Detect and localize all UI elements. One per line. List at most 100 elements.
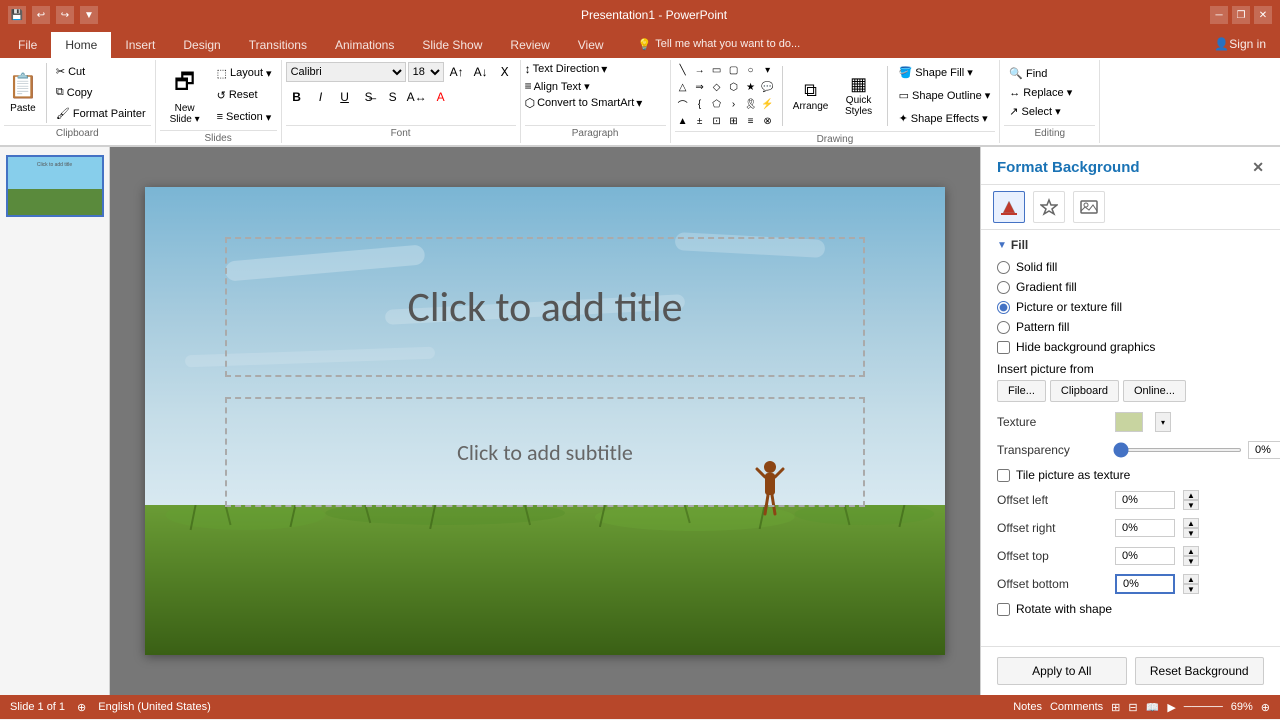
undo-button[interactable]: ↩ xyxy=(32,6,50,24)
rotate-with-shape-checkbox[interactable] xyxy=(997,603,1010,616)
apply-to-all-button[interactable]: Apply to All xyxy=(997,657,1127,685)
convert-smartart-label[interactable]: Convert to SmartArt xyxy=(537,97,634,109)
restore-button[interactable]: ❐ xyxy=(1232,6,1250,24)
tab-home[interactable]: Home xyxy=(51,30,111,58)
save-button[interactable]: 💾 xyxy=(8,6,26,24)
select-button[interactable]: ↗ Select ▾ xyxy=(1006,104,1075,119)
fp-tab-picture[interactable] xyxy=(1073,191,1105,223)
subtitle-placeholder[interactable]: Click to add subtitle xyxy=(225,397,865,507)
solid-fill-option[interactable]: Solid fill xyxy=(997,260,1264,274)
rotate-with-shape-option[interactable]: Rotate with shape xyxy=(997,602,1264,616)
clear-format-button[interactable]: Ⅹ xyxy=(494,62,516,82)
shape-mathop[interactable]: ± xyxy=(692,113,708,129)
reading-view-button[interactable]: 📖 xyxy=(1146,701,1160,714)
shape-more[interactable]: ▾ xyxy=(760,62,776,78)
slide-thumbnail-1[interactable]: Click to add title xyxy=(6,155,104,217)
align-text-label[interactable]: Align Text ▾ xyxy=(534,80,590,93)
offset-top-down[interactable]: ▼ xyxy=(1183,556,1199,566)
fill-section-header[interactable]: ▼ Fill xyxy=(997,238,1264,252)
tab-animations[interactable]: Animations xyxy=(321,30,408,58)
picture-texture-option[interactable]: Picture or texture fill xyxy=(997,300,1264,314)
fit-slide-button[interactable]: ⊕ xyxy=(1261,701,1270,714)
tab-design[interactable]: Design xyxy=(169,30,234,58)
zoom-bar[interactable]: ───── xyxy=(1184,701,1223,713)
shape-oval[interactable]: ○ xyxy=(743,62,759,78)
slide-sorter-button[interactable]: ⊟ xyxy=(1128,701,1137,714)
font-color-button[interactable]: A xyxy=(430,87,452,107)
text-direction-label[interactable]: Text Direction xyxy=(533,63,600,75)
italic-button[interactable]: I xyxy=(310,87,332,107)
picture-fill-radio[interactable] xyxy=(997,301,1010,314)
shape-callout[interactable]: 💬 xyxy=(760,79,776,95)
online-button[interactable]: Online... xyxy=(1123,380,1186,402)
shape-db[interactable]: ⊞ xyxy=(726,113,742,129)
transparency-value[interactable]: 0% xyxy=(1248,441,1280,459)
shape-chevron[interactable]: › xyxy=(726,96,742,112)
shape-brace[interactable]: { xyxy=(692,96,708,112)
font-name-select[interactable]: Calibri xyxy=(286,62,406,82)
strikethrough-button[interactable]: S̶ xyxy=(358,87,380,107)
shape-diamond[interactable]: ◇ xyxy=(709,79,725,95)
font-size-select[interactable]: 18 xyxy=(408,62,444,82)
shape-eq[interactable]: ≡ xyxy=(743,113,759,129)
shape-pentagon[interactable]: ⬠ xyxy=(709,96,725,112)
offset-bottom-down[interactable]: ▼ xyxy=(1183,584,1199,594)
find-button[interactable]: 🔍 Find xyxy=(1006,66,1075,81)
shape-triangle[interactable]: △ xyxy=(675,79,691,95)
reset-background-button[interactable]: Reset Background xyxy=(1135,657,1265,685)
shape-eqtri[interactable]: ▲ xyxy=(675,113,691,129)
hide-bg-checkbox[interactable] xyxy=(997,341,1010,354)
gradient-fill-radio[interactable] xyxy=(997,281,1010,294)
increase-font-button[interactable]: A↑ xyxy=(446,62,468,82)
sign-in-button[interactable]: 👤 Sign in xyxy=(1200,30,1280,58)
offset-left-value[interactable]: 0% xyxy=(1115,491,1175,509)
format-painter-button[interactable]: 🖌 Format Painter xyxy=(51,104,151,123)
tab-slideshow[interactable]: Slide Show xyxy=(408,30,496,58)
shape-outline-button[interactable]: ▭ Shape Outline ▾ xyxy=(894,86,996,105)
tab-insert[interactable]: Insert xyxy=(111,30,169,58)
shape-rect[interactable]: ▭ xyxy=(709,62,725,78)
transparency-slider[interactable] xyxy=(1113,448,1242,452)
gradient-fill-option[interactable]: Gradient fill xyxy=(997,280,1264,294)
shape-rtarrow[interactable]: ⇒ xyxy=(692,79,708,95)
offset-right-value[interactable]: 0% xyxy=(1115,519,1175,537)
shape-star[interactable]: ★ xyxy=(743,79,759,95)
shadow-button[interactable]: S xyxy=(382,87,404,107)
redo-button[interactable]: ↪ xyxy=(56,6,74,24)
tab-review[interactable]: Review xyxy=(496,30,563,58)
shape-rounded-rect[interactable]: ▢ xyxy=(726,62,742,78)
shape-hexagon[interactable]: ⬡ xyxy=(726,79,742,95)
copy-button[interactable]: ⧉ Copy xyxy=(51,83,151,102)
clipboard-button[interactable]: Clipboard xyxy=(1050,380,1119,402)
fp-tab-fill[interactable] xyxy=(993,191,1025,223)
tab-transitions[interactable]: Transitions xyxy=(235,30,321,58)
minimize-button[interactable]: ─ xyxy=(1210,6,1228,24)
replace-button[interactable]: ↔ Replace ▾ xyxy=(1006,85,1075,100)
comments-button[interactable]: Comments xyxy=(1050,701,1103,713)
quick-styles-button[interactable]: ▦ Quick Styles xyxy=(837,72,881,119)
slideshow-button[interactable]: ▶ xyxy=(1167,701,1175,714)
shape-action[interactable]: ⚡ xyxy=(760,96,776,112)
window-controls[interactable]: ─ ❐ ✕ xyxy=(1210,6,1272,24)
tell-me-input[interactable]: 💡 Tell me what you want to do... xyxy=(628,30,811,58)
underline-button[interactable]: U xyxy=(334,87,356,107)
section-button[interactable]: ≡ Section▾ xyxy=(212,108,277,127)
shape-line[interactable]: ╲ xyxy=(675,62,691,78)
tile-picture-option[interactable]: Tile picture as texture xyxy=(997,468,1264,482)
title-placeholder[interactable]: Click to add title xyxy=(225,237,865,377)
shape-effects-button[interactable]: ✦ Shape Effects ▾ xyxy=(894,109,996,128)
normal-view-button[interactable]: ⊞ xyxy=(1111,701,1120,714)
offset-top-value[interactable]: 0% xyxy=(1115,547,1175,565)
notes-button[interactable]: Notes xyxy=(1013,701,1042,713)
char-spacing-button[interactable]: A↔ xyxy=(406,87,428,107)
cut-button[interactable]: ✂ Cut xyxy=(51,62,151,81)
offset-right-down[interactable]: ▼ xyxy=(1183,528,1199,538)
tile-picture-checkbox[interactable] xyxy=(997,469,1010,482)
quick-access-toolbar[interactable]: 💾 ↩ ↪ ▼ xyxy=(8,6,98,24)
canvas-area[interactable]: Click to add title Click to add subtitle xyxy=(110,147,980,695)
file-button[interactable]: File... xyxy=(997,380,1046,402)
offset-top-up[interactable]: ▲ xyxy=(1183,546,1199,556)
close-panel-button[interactable]: ✕ xyxy=(1252,159,1264,176)
shape-arrow[interactable]: → xyxy=(692,62,708,78)
customize-qs-button[interactable]: ▼ xyxy=(80,6,98,24)
